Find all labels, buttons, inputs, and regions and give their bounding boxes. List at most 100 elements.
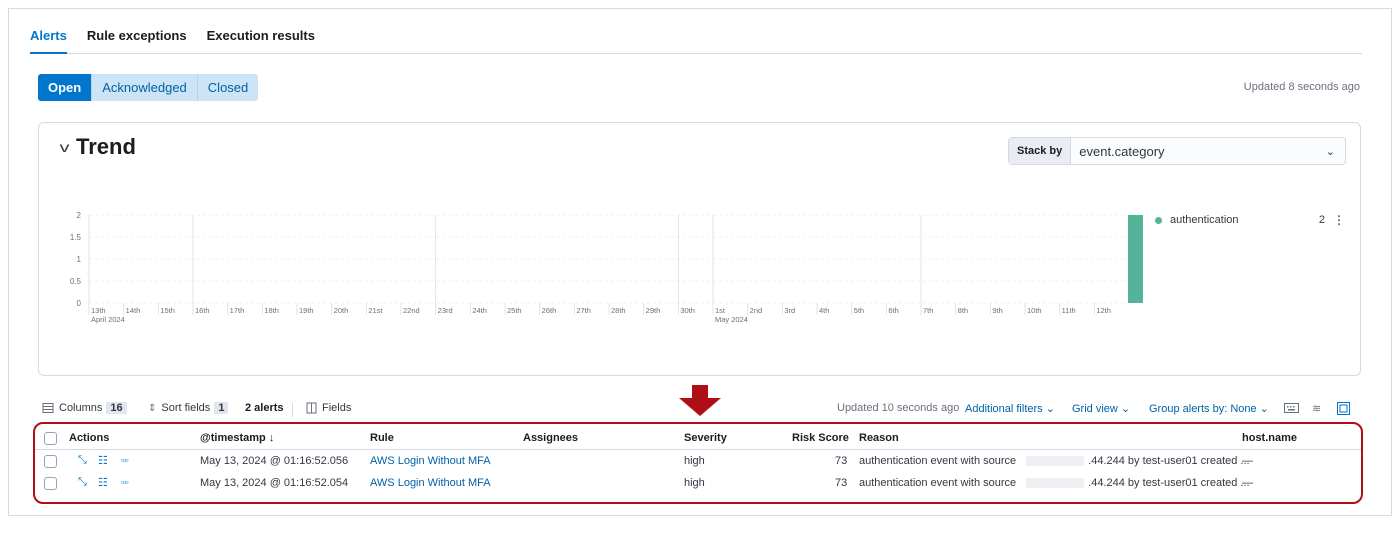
x-tick-label: 1st	[715, 306, 726, 315]
keyboard-shortcuts-button[interactable]	[1284, 402, 1299, 414]
analyze-graph-icon[interactable]: ☷	[98, 454, 108, 467]
trend-header: v Trend	[60, 134, 136, 160]
x-tick-label: 9th	[992, 306, 1002, 315]
more-actions-icon[interactable]: ▫▫▫	[121, 477, 129, 487]
sort-descending-icon: ↓	[268, 432, 275, 444]
header-risk-score[interactable]: Risk Score	[792, 432, 849, 444]
x-tick-label: 10th	[1027, 306, 1042, 315]
sort-fields-label: Sort fields	[161, 402, 211, 414]
month-label: May 2024	[715, 315, 748, 324]
row-checkbox[interactable]	[44, 477, 57, 490]
more-actions-icon[interactable]: ▫▫▫	[121, 455, 129, 465]
table-row: ⤡ ☷ ▫▫▫ May 13, 2024 @ 01:16:52.056 AWS …	[35, 451, 1361, 473]
y-tick-label: 0.5	[70, 277, 82, 286]
cell-host-name: —	[1242, 477, 1253, 489]
x-tick-label: 14th	[126, 306, 141, 315]
x-tick-label: 8th	[958, 306, 968, 315]
header-reason[interactable]: Reason	[859, 432, 899, 444]
x-tick-label: 2nd	[750, 306, 763, 315]
chevron-down-icon: ⌄	[1325, 145, 1335, 158]
reason-text-end: .44.244 by test-user01 created ...	[1088, 477, 1250, 489]
collapse-chevron-icon[interactable]: v	[60, 139, 70, 155]
x-tick-label: 3rd	[784, 306, 795, 315]
expand-icon[interactable]: ⤡	[78, 476, 87, 489]
table-row: ⤡ ☷ ▫▫▫ May 13, 2024 @ 01:16:52.054 AWS …	[35, 473, 1361, 495]
tab-execution-results[interactable]: Execution results	[207, 20, 315, 53]
header-timestamp-label: @timestamp	[200, 432, 266, 444]
legend-series-name[interactable]: authentication	[1170, 214, 1319, 226]
cell-reason: authentication event with source .44.244 …	[859, 455, 1250, 467]
x-tick-label: 30th	[680, 306, 695, 315]
fields-button[interactable]: Fields	[306, 402, 351, 414]
fullscreen-button[interactable]	[1337, 402, 1350, 415]
x-tick-label: 12th	[1096, 306, 1111, 315]
columns-count-badge: 16	[106, 402, 127, 414]
tab-alerts[interactable]: Alerts	[30, 20, 67, 54]
header-actions: Actions	[69, 432, 110, 444]
legend-actions-icon[interactable]: ⋮	[1333, 213, 1345, 227]
x-tick-label: 13th	[91, 306, 106, 315]
tab-rule-exceptions[interactable]: Rule exceptions	[87, 20, 187, 53]
x-tick-label: 6th	[888, 306, 898, 315]
header-severity[interactable]: Severity	[684, 432, 727, 444]
cell-rule-link[interactable]: AWS Login Without MFA	[370, 455, 491, 467]
header-timestamp[interactable]: @timestamp ↓	[200, 432, 274, 444]
y-tick-label: 2	[77, 211, 82, 220]
chevron-down-icon: ⌄	[1120, 403, 1131, 415]
stack-by-value: event.category	[1079, 143, 1165, 159]
cell-risk-score: 73	[835, 455, 848, 467]
trend-panel: 2 1.5 1 0.5 0 13th 14th 15th 16th 17th 18th 19th 20t…	[38, 122, 1361, 376]
select-all-checkbox[interactable]	[44, 432, 57, 445]
x-tick-label: 25th	[507, 306, 522, 315]
x-tick-label: 20th	[334, 306, 349, 315]
group-alerts-label: Group alerts by: None	[1149, 402, 1257, 415]
header-rule[interactable]: Rule	[370, 432, 394, 444]
chevron-down-icon: ⌄	[1045, 403, 1055, 415]
chart-legend: authentication 2 ⋮	[1155, 213, 1345, 227]
display-settings-icon[interactable]: ≋	[1312, 402, 1321, 415]
header-host-name[interactable]: host.name	[1242, 432, 1297, 444]
status-closed-button[interactable]: Closed	[196, 74, 259, 101]
cell-timestamp: May 13, 2024 @ 01:16:52.054	[200, 477, 349, 489]
analyze-graph-icon[interactable]: ☷	[98, 476, 108, 489]
sort-count-badge: 1	[214, 402, 229, 414]
legend-color-dot	[1155, 216, 1162, 224]
table-updated-label: Updated 10 seconds ago	[837, 402, 960, 414]
columns-control[interactable]: Columns 16	[42, 402, 131, 414]
x-tick-label: 7th	[923, 306, 933, 315]
trend-bar	[1128, 215, 1143, 303]
row-checkbox[interactable]	[44, 455, 57, 468]
x-tick-label: 23rd	[438, 306, 453, 315]
stack-by-label: Stack by	[1009, 138, 1072, 164]
status-filter-group: Open Acknowledged Closed	[38, 74, 259, 101]
group-alerts-button[interactable]: Group alerts by: None ⌄	[1149, 402, 1269, 416]
month-label: April 2024	[91, 315, 125, 324]
toolbar-divider	[292, 403, 293, 417]
y-tick-label: 1.5	[70, 233, 82, 242]
x-tick-label: 22nd	[403, 306, 420, 315]
header-assignees[interactable]: Assignees	[523, 432, 578, 444]
grid-view-button[interactable]: Grid view ⌄	[1072, 402, 1131, 416]
tab-bar: Alerts Rule exceptions Execution results	[30, 20, 1362, 54]
fields-icon	[306, 402, 317, 414]
cell-reason: authentication event with source .44.244 …	[859, 477, 1250, 489]
status-acknowledged-button[interactable]: Acknowledged	[91, 74, 197, 101]
x-tick-label: 29th	[646, 306, 661, 315]
status-open-button[interactable]: Open	[38, 74, 92, 101]
table-header-row: Actions @timestamp ↓ Rule Assignees Seve…	[35, 428, 1361, 450]
additional-filters-button[interactable]: Additional filters ⌄	[965, 402, 1055, 416]
cell-rule-link[interactable]: AWS Login Without MFA	[370, 477, 491, 489]
expand-icon[interactable]: ⤡	[78, 454, 87, 467]
alerts-table: Actions @timestamp ↓ Rule Assignees Seve…	[33, 422, 1363, 504]
reason-text-start: authentication event with source	[859, 455, 1017, 467]
x-tick-label: 18th	[264, 306, 279, 315]
cell-severity: high	[684, 455, 705, 467]
keyboard-icon	[1284, 403, 1299, 413]
x-tick-label: 28th	[611, 306, 626, 315]
sort-fields-control[interactable]: ⇕ Sort fields 1	[148, 402, 232, 414]
cell-risk-score: 73	[835, 477, 848, 489]
fullscreen-icon	[1337, 402, 1350, 415]
trend-title: Trend	[76, 134, 136, 159]
alerts-count: 2 alerts	[245, 402, 284, 414]
stack-by-select[interactable]: Stack by event.category ⌄	[1008, 137, 1346, 165]
